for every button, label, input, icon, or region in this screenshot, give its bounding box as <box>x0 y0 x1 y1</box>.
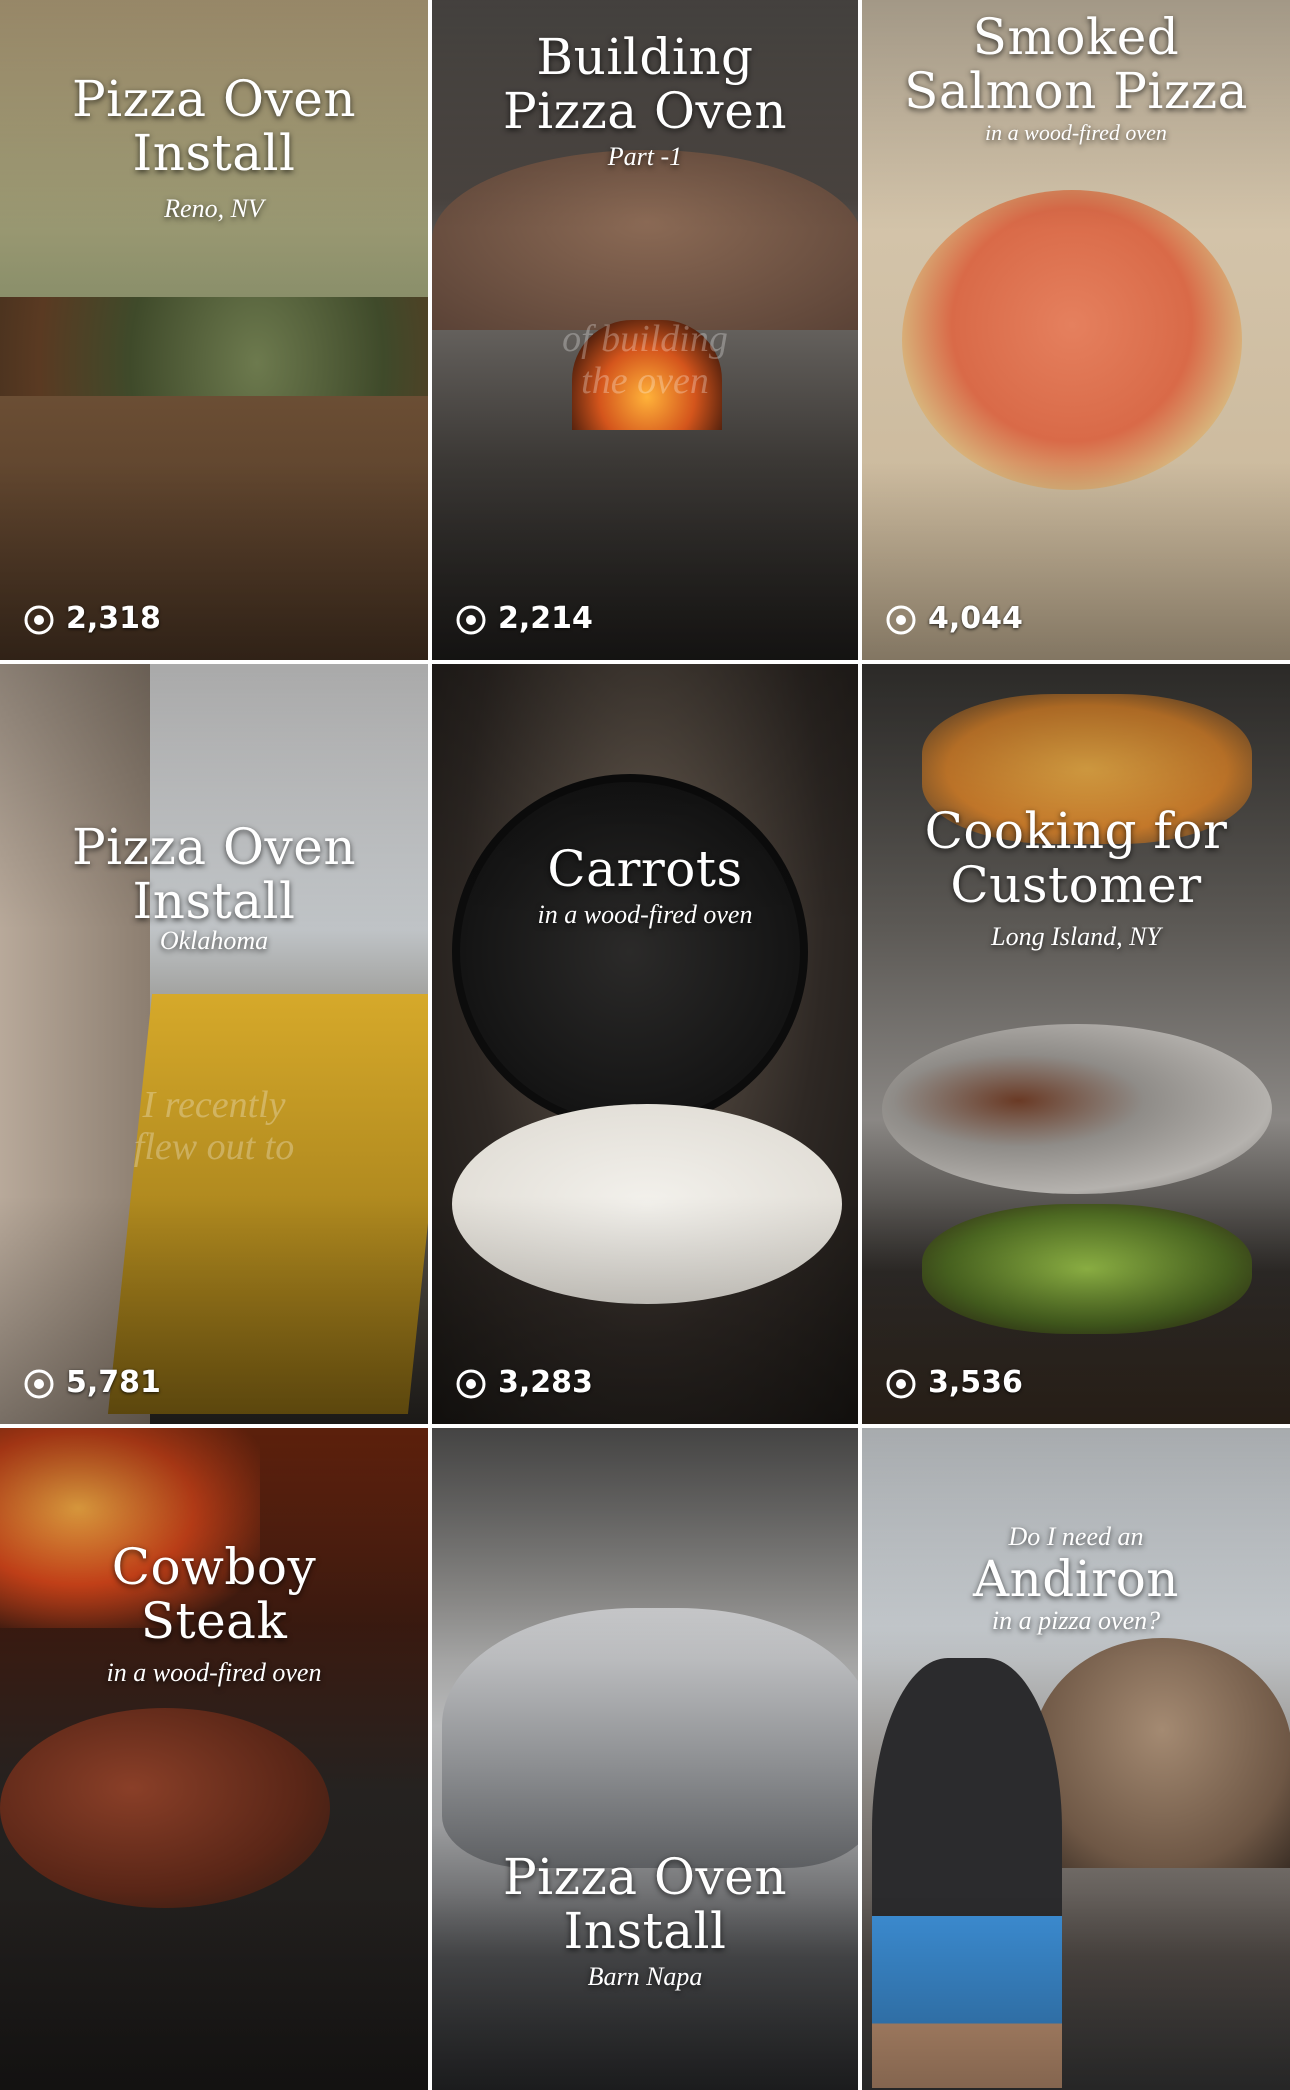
video-tile[interactable]: Pizza Oven Install Oklahoma I recently f… <box>0 664 428 1424</box>
video-tile[interactable]: Cooking for Customer Long Island, NY 3,5… <box>862 664 1290 1424</box>
video-title: Cooking for Customer <box>924 802 1228 914</box>
video-subtitle: Barn Napa <box>587 1962 703 1991</box>
eye-icon <box>24 1369 54 1398</box>
video-tile[interactable]: Pizza Oven Install Barn Napa <box>432 1428 858 2090</box>
view-count: 5,781 <box>22 1365 161 1400</box>
view-count-value: 3,283 <box>498 1365 593 1400</box>
video-subtitle: in a wood-fired oven <box>537 900 753 929</box>
video-tile[interactable]: Building Pizza Oven Part -1 of building … <box>432 0 858 660</box>
video-subtitle: Long Island, NY <box>991 922 1161 951</box>
video-title: Building Pizza Oven <box>502 28 788 140</box>
video-title: Andiron <box>972 1550 1179 1608</box>
video-title: Pizza Oven Install <box>71 818 357 930</box>
view-count: 4,044 <box>884 601 1023 636</box>
video-tile[interactable]: Carrots in a wood-fired oven 3,283 <box>432 664 858 1424</box>
eye-icon <box>886 1369 916 1398</box>
video-title: Pizza Oven Install <box>502 1848 788 1960</box>
video-subtitle: Reno, NV <box>164 194 264 223</box>
video-title: Pizza Oven Install <box>71 70 357 182</box>
video-pretitle: Do I need an <box>1008 1522 1144 1551</box>
eye-icon <box>456 605 486 634</box>
view-count-value: 2,318 <box>66 601 161 636</box>
view-count-value: 2,214 <box>498 601 593 636</box>
video-title: Smoked Salmon Pizza <box>904 8 1248 120</box>
video-tile[interactable]: Do I need an Andiron in a pizza oven? <box>862 1428 1290 2090</box>
video-tile[interactable]: Pizza Oven Install Reno, NV 2,318 <box>0 0 428 660</box>
video-title: Carrots <box>547 840 743 898</box>
video-title: Cowboy Steak <box>111 1538 317 1650</box>
eye-icon <box>886 605 916 634</box>
view-count: 2,214 <box>454 601 593 636</box>
overlay-caption: of building the oven <box>562 318 728 402</box>
view-count: 3,283 <box>454 1365 593 1400</box>
video-tile[interactable]: Smoked Salmon Pizza in a wood-fired oven… <box>862 0 1290 660</box>
video-subtitle: in a wood-fired oven <box>985 120 1167 145</box>
view-count-value: 4,044 <box>928 601 1023 636</box>
eye-icon <box>456 1369 486 1398</box>
video-subtitle: Oklahoma <box>159 926 269 955</box>
video-subtitle: in a pizza oven? <box>991 1606 1161 1635</box>
eye-icon <box>24 605 54 634</box>
view-count: 3,536 <box>884 1365 1023 1400</box>
view-count-value: 3,536 <box>928 1365 1023 1400</box>
video-subtitle: in a wood-fired oven <box>106 1658 322 1687</box>
video-subtitle: Part -1 <box>607 142 683 171</box>
view-count-value: 5,781 <box>66 1365 161 1400</box>
video-grid: Pizza Oven Install Reno, NV 2,318 Buildi… <box>0 0 1290 2090</box>
video-tile[interactable]: Cowboy Steak in a wood-fired oven <box>0 1428 428 2090</box>
view-count: 2,318 <box>22 601 161 636</box>
overlay-caption: I recently flew out to <box>133 1084 295 1168</box>
